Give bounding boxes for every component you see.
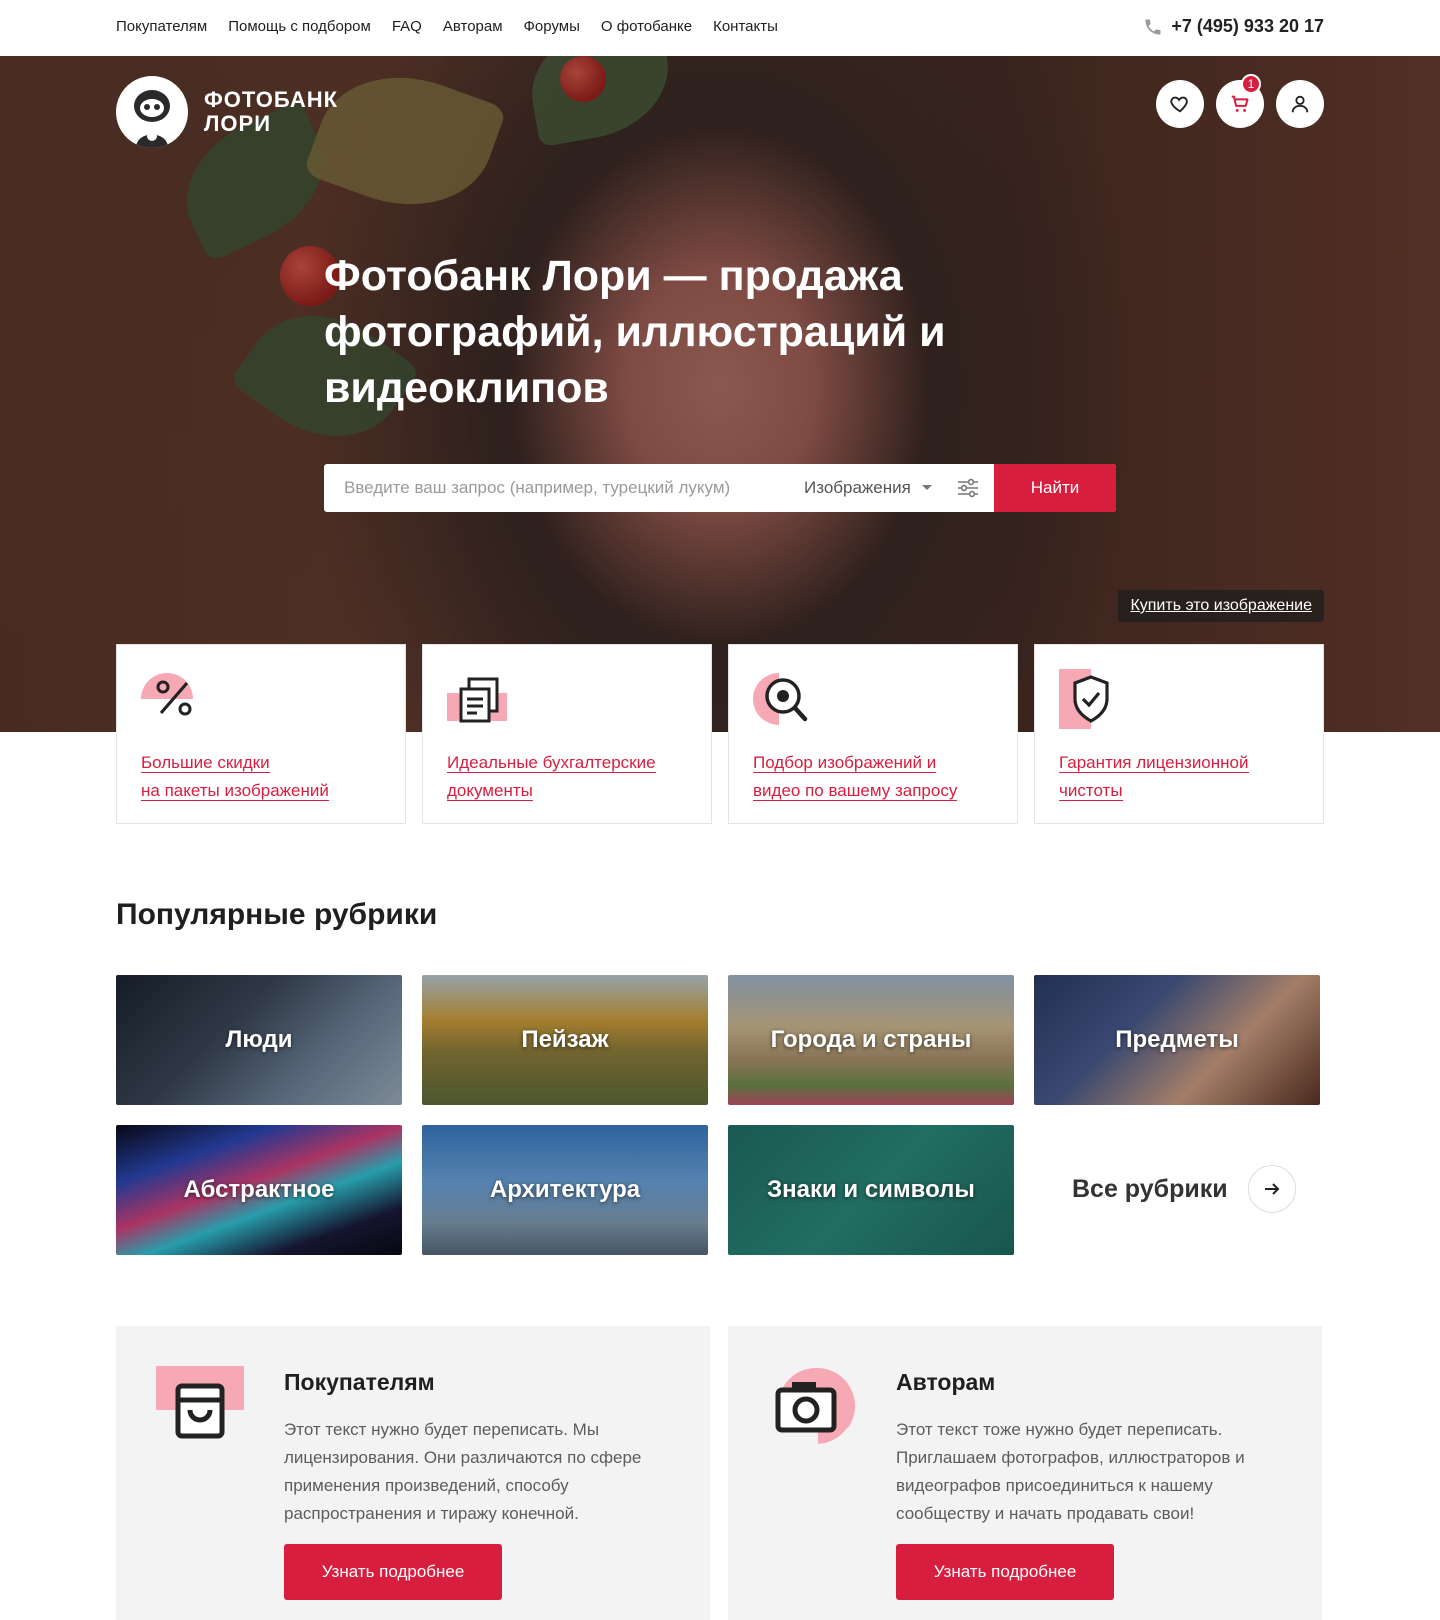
- top-bar: Покупателям Помощь с подбором FAQ Автора…: [0, 0, 1440, 56]
- category-label: Архитектура: [489, 1176, 641, 1203]
- search-bar: Изображения Найти: [324, 464, 1116, 512]
- category-label: Знаки и символы: [767, 1176, 975, 1203]
- category-tile-people[interactable]: Люди: [116, 975, 402, 1105]
- feature-link-line-1[interactable]: Гарантия лицензионной: [1059, 753, 1249, 773]
- category-tile-architecture[interactable]: Архитектура: [422, 1125, 708, 1255]
- feature-link-line-2[interactable]: видео по вашему запросу: [753, 781, 958, 801]
- feature-link-line-1[interactable]: Подбор изображений и: [753, 753, 937, 773]
- learn-more-button[interactable]: Узнать подробнее: [896, 1544, 1114, 1600]
- filter-icon: [958, 478, 978, 498]
- shield-check-icon: [1059, 669, 1109, 729]
- feature-link-line-1[interactable]: Идеальные бухгалтерские: [447, 753, 656, 773]
- shopping-bag-icon: [156, 1366, 244, 1439]
- feature-card-license-guarantee[interactable]: Гарантия лицензионной чистоты: [1034, 644, 1324, 824]
- nav-selection-help[interactable]: Помощь с подбором: [228, 18, 371, 35]
- site-logo[interactable]: ФОТОБАНК ЛОРИ: [116, 76, 338, 148]
- nav-faq[interactable]: FAQ: [392, 18, 422, 35]
- nav-about[interactable]: О фотобанке: [601, 18, 692, 35]
- feature-card-image-selection[interactable]: Подбор изображений и видео по вашему зап…: [728, 644, 1018, 824]
- search-input[interactable]: [324, 464, 784, 512]
- all-categories-label: Все рубрики: [1072, 1174, 1228, 1203]
- hero-title: Фотобанк Лори — продажа фотографий, иллю…: [324, 252, 946, 412]
- info-text: Этот текст тоже нужно будет переписать. …: [896, 1420, 1245, 1523]
- category-label: Абстрактное: [183, 1176, 335, 1203]
- info-title: Покупателям: [284, 1369, 435, 1395]
- category-tile-cities[interactable]: Города и страны: [728, 975, 1014, 1105]
- logo-line-1: ФОТОБАНК: [204, 87, 339, 112]
- account-button[interactable]: [1276, 80, 1324, 128]
- feature-link-line-2[interactable]: на пакеты изображений: [141, 781, 329, 801]
- search-type-label: Изображения: [804, 478, 911, 497]
- nav-authors[interactable]: Авторам: [443, 18, 503, 35]
- header-actions: 1: [1156, 74, 1324, 128]
- favorites-button[interactable]: [1156, 80, 1204, 128]
- authors-info-block: Авторам Этот текст тоже нужно будет пере…: [728, 1326, 1322, 1620]
- buy-this-image-link[interactable]: Купить это изображение: [1118, 590, 1324, 622]
- category-label: Люди: [225, 1026, 293, 1053]
- nav-contacts[interactable]: Контакты: [713, 18, 778, 35]
- phone-icon: [1145, 19, 1161, 34]
- logo-line-2: ЛОРИ: [204, 111, 272, 136]
- heart-icon: [1170, 96, 1188, 113]
- category-label: Города и страны: [770, 1026, 972, 1053]
- search-filter-button[interactable]: [942, 464, 994, 512]
- phone-number: +7 (495) 933 20 17: [1171, 16, 1324, 36]
- percent-icon: [141, 673, 201, 729]
- category-tile-landscape[interactable]: Пейзаж: [422, 975, 708, 1105]
- category-tile-objects[interactable]: Предметы: [1034, 975, 1320, 1105]
- cart-icon: [1231, 95, 1249, 112]
- category-label: Пейзаж: [521, 1026, 609, 1053]
- buyers-info-block: Покупателям Этот текст нужно будет переп…: [116, 1326, 710, 1620]
- feature-card-documents[interactable]: Идеальные бухгалтерские документы: [422, 644, 712, 824]
- category-tile-signs-symbols[interactable]: Знаки и символы: [728, 1125, 1014, 1255]
- documents-icon: [447, 677, 507, 723]
- all-categories-link[interactable]: Все рубрики: [1072, 1165, 1296, 1213]
- category-tile-abstract[interactable]: Абстрактное: [116, 1125, 402, 1255]
- feature-link-line-2[interactable]: чистоты: [1059, 781, 1123, 801]
- search-type-select[interactable]: Изображения: [784, 464, 942, 512]
- category-label: Предметы: [1115, 1026, 1239, 1053]
- search-button[interactable]: Найти: [994, 464, 1116, 512]
- search-eye-icon: [753, 673, 808, 725]
- cart-count-badge: 1: [1241, 74, 1261, 94]
- feature-card-discounts[interactable]: Большие скидки на пакеты изображений: [116, 644, 406, 824]
- logo-mascot-icon: [116, 76, 188, 148]
- chevron-down-icon: [921, 485, 932, 490]
- phone-contact[interactable]: +7 (495) 933 20 17: [1143, 16, 1324, 37]
- info-text: Этот текст нужно будет переписать. Мы ли…: [284, 1420, 642, 1523]
- learn-more-button[interactable]: Узнать подробнее: [284, 1544, 502, 1600]
- nav-forums[interactable]: Форумы: [524, 18, 580, 35]
- feature-link-line-2[interactable]: документы: [447, 781, 533, 801]
- top-nav: Покупателям Помощь с подбором FAQ Автора…: [116, 18, 778, 35]
- logo-text: ФОТОБАНК ЛОРИ: [204, 88, 338, 136]
- feature-link-line-1[interactable]: Большие скидки: [141, 753, 270, 773]
- user-icon: [1291, 95, 1309, 113]
- nav-buyers[interactable]: Покупателям: [116, 18, 207, 35]
- all-categories-arrow-button[interactable]: [1247, 1165, 1296, 1213]
- popular-categories-title: Популярные рубрики: [116, 898, 438, 931]
- feature-cards: Большие скидки на пакеты изображений Иде…: [116, 644, 1324, 824]
- hero-banner: ФОТОБАНК ЛОРИ 1 Фотобанк Лори — продажа …: [0, 56, 1440, 732]
- arrow-right-icon: [1264, 1183, 1280, 1195]
- cart-button[interactable]: 1: [1216, 74, 1264, 128]
- camera-icon: [775, 1367, 856, 1446]
- info-title: Авторам: [896, 1369, 996, 1395]
